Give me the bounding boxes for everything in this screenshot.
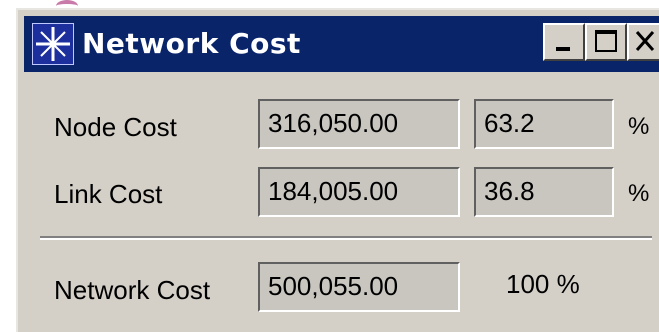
minimize-button[interactable] [543,23,585,61]
network-cost-window: Network Cost Node Cost 316,050.00 63.2 %… [16,8,659,332]
network-cost-amount-field[interactable]: 500,055.00 [258,262,460,312]
node-cost-percent-field[interactable]: 63.2 [474,99,614,149]
close-icon [635,31,655,51]
window-title: Network Cost [82,27,301,60]
node-cost-amount-field[interactable]: 316,050.00 [258,99,460,149]
node-cost-label: Node Cost [54,112,177,142]
link-cost-percent-sign: % [628,180,650,207]
maximize-icon [595,30,617,52]
divider [40,236,652,240]
star-app-icon [32,23,74,65]
close-button[interactable] [627,23,659,61]
title-bar[interactable]: Network Cost [24,16,659,72]
network-cost-percent-text: 100 % [506,269,580,299]
link-cost-percent-field[interactable]: 36.8 [474,167,614,217]
network-cost-label: Network Cost [54,275,211,305]
maximize-button[interactable] [585,23,627,61]
node-cost-percent-sign: % [628,113,650,140]
link-cost-amount-field[interactable]: 184,005.00 [258,167,460,217]
link-cost-label: Link Cost [54,179,163,209]
minimize-icon [556,47,570,51]
